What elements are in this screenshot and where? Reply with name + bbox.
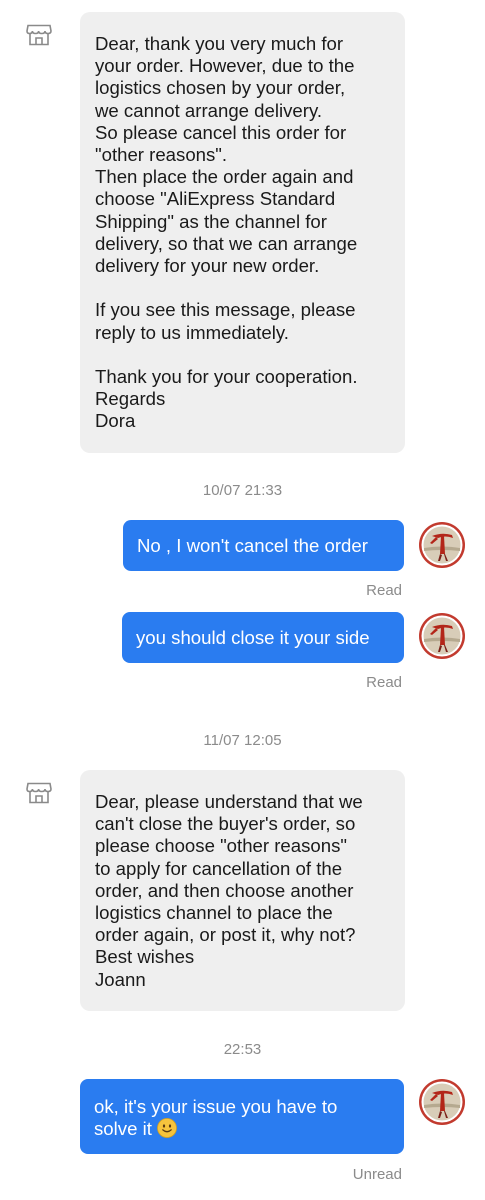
buyer-message-bubble: No , I won't cancel the order (123, 520, 404, 572)
user-avatar[interactable] (418, 612, 466, 660)
shop-icon (26, 24, 52, 46)
unread-status: Unread (352, 1166, 402, 1183)
read-status: Read (366, 674, 402, 691)
seller-message-bubble: Dear, thank you very much for your order… (80, 12, 405, 453)
user-avatar[interactable] (418, 521, 466, 569)
message-timestamp: 10/07 21:33 (202, 482, 283, 499)
chat-thread: Dear, thank you very much for your order… (0, 0, 485, 1200)
buyer-message-bubble: you should close it your side (122, 612, 404, 664)
slightly-smiling-face-icon (157, 1118, 177, 1139)
seller-message-bubble: Dear, please understand that we can't cl… (80, 770, 405, 1011)
shop-icon (26, 782, 52, 804)
buyer-message-bubble: ok, it's your issue you have to solve it (80, 1079, 404, 1155)
message-timestamp: 22:53 (223, 1041, 262, 1058)
user-avatar[interactable] (418, 1078, 466, 1126)
read-status: Read (366, 582, 402, 599)
message-timestamp: 11/07 12:05 (203, 732, 282, 749)
buyer-message-text: ok, it's your issue you have to solve it (94, 1096, 338, 1140)
